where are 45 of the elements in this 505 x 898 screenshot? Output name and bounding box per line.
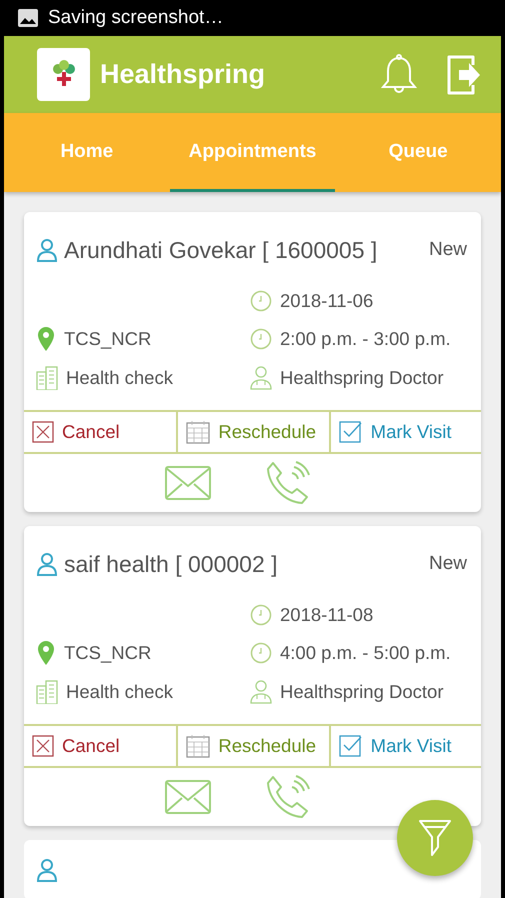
clock-icon — [250, 290, 272, 312]
doctor-text: Healthspring Doctor — [280, 681, 444, 703]
time-text: 4:00 p.m. - 5:00 p.m. — [280, 642, 451, 664]
phone-icon[interactable] — [264, 774, 310, 820]
mail-icon[interactable] — [164, 780, 210, 814]
filter-icon — [418, 818, 452, 858]
calendar-icon — [186, 734, 210, 758]
doctor-icon — [250, 680, 272, 704]
clock-icon — [250, 328, 272, 350]
patient-name: Arundhati Govekar [ 1600005 ] — [64, 236, 378, 264]
doctor-text: Healthspring Doctor — [280, 367, 444, 389]
time-text: 2:00 p.m. - 3:00 p.m. — [280, 328, 451, 350]
service-text: Health check — [66, 367, 173, 389]
location-text: TCS_NCR — [64, 642, 152, 664]
doctor-icon — [250, 366, 272, 390]
patient-name: saif health [ 000002 ] — [64, 550, 279, 578]
location-pin-icon — [36, 641, 56, 665]
phone-icon[interactable] — [264, 460, 310, 506]
building-icon — [36, 680, 58, 704]
close-icon — [32, 735, 54, 757]
clock-icon — [250, 604, 272, 626]
logout-button[interactable] — [445, 52, 481, 96]
status-label: New — [428, 239, 467, 261]
clock-icon — [250, 642, 272, 664]
date-text: 2018-11-08 — [280, 604, 374, 626]
close-icon — [32, 421, 54, 443]
checkbox-icon — [338, 735, 363, 757]
notification-text: Saving screenshot… — [48, 7, 224, 29]
patient-icon — [36, 858, 58, 882]
checkbox-icon — [338, 421, 363, 443]
calendar-icon — [186, 420, 210, 444]
image-icon — [18, 9, 38, 27]
mail-icon[interactable] — [164, 466, 210, 500]
service-text: Health check — [66, 681, 173, 703]
date-text: 2018-11-06 — [280, 290, 374, 312]
app-title: Healthspring — [100, 59, 266, 90]
status-label: New — [428, 553, 467, 575]
building-icon — [36, 366, 58, 390]
mark-visit-button[interactable]: Mark Visit — [328, 412, 481, 452]
location-pin-icon — [36, 327, 56, 351]
location-text: TCS_NCR — [64, 328, 152, 350]
patient-icon — [36, 552, 58, 576]
mark-visit-button[interactable]: Mark Visit — [328, 726, 481, 766]
notifications-button[interactable] — [381, 54, 417, 96]
patient-icon — [36, 238, 58, 262]
